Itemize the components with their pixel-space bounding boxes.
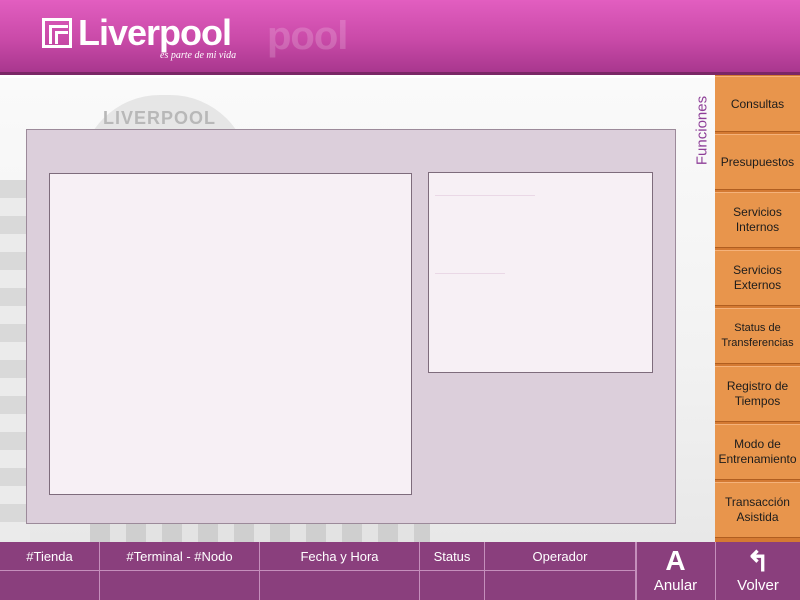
- funciones-label-text: Funciones: [693, 95, 711, 166]
- liverpool-logo-icon: [42, 18, 72, 48]
- status-header: #Tienda: [0, 542, 99, 571]
- anular-button[interactable]: A Anular: [636, 542, 714, 600]
- anular-label: Anular: [653, 577, 698, 594]
- status-col-status: Status: [420, 542, 485, 600]
- brand-name: Liverpool: [78, 12, 232, 53]
- brand-tagline: es parte de mi vida: [160, 50, 237, 61]
- status-value: [260, 571, 419, 600]
- return-arrow-icon: ↰: [746, 546, 770, 577]
- status-col-terminal: #Terminal - #Nodo: [100, 542, 260, 600]
- status-value: [100, 571, 259, 600]
- faint-line: [435, 273, 505, 274]
- menu-item-registro-tiempos[interactable]: Registro de Tiempos: [715, 366, 800, 422]
- menu-item-consultas[interactable]: Consultas: [715, 76, 800, 132]
- menu-item-servicios-internos[interactable]: Servicios Internos: [715, 192, 800, 248]
- status-value: [485, 571, 635, 600]
- menu-item-modo-entrenamiento[interactable]: Modo de Entrenamiento: [715, 424, 800, 480]
- menu-item-status-transferencias[interactable]: Status de Transferencias: [715, 308, 800, 364]
- status-header: #Terminal - #Nodo: [100, 542, 259, 571]
- status-col-fecha: Fecha y Hora: [260, 542, 420, 600]
- faint-line: [435, 195, 535, 196]
- brand-watermark: pool: [267, 14, 348, 58]
- content-area-left: [49, 173, 412, 495]
- status-header: Status: [420, 542, 484, 571]
- status-value: [420, 571, 484, 600]
- status-value: [0, 571, 99, 600]
- menu-item-presupuestos[interactable]: Presupuestos: [715, 134, 800, 190]
- status-table: #Tienda #Terminal - #Nodo Fecha y Hora S…: [0, 542, 636, 600]
- status-header: Fecha y Hora: [260, 542, 419, 571]
- content-area-right: [428, 172, 653, 373]
- anular-icon: A: [665, 545, 686, 576]
- menu-item-transaccion-asistida[interactable]: Transacción Asistida: [715, 482, 800, 538]
- status-header: Operador: [485, 542, 635, 571]
- liverpool-logo: Liverpool pool es parte de mi vida: [42, 12, 348, 62]
- status-col-tienda: #Tienda: [0, 542, 100, 600]
- menu-item-servicios-externos[interactable]: Servicios Externos: [715, 250, 800, 306]
- header-bar: Liverpool pool es parte de mi vida: [0, 0, 800, 75]
- funciones-label: Funciones: [690, 92, 714, 172]
- volver-button[interactable]: ↰ Volver: [715, 542, 800, 600]
- status-col-operador: Operador: [485, 542, 636, 600]
- volver-label: Volver: [737, 577, 779, 594]
- background-store-sign: LIVERPOOL: [103, 108, 217, 128]
